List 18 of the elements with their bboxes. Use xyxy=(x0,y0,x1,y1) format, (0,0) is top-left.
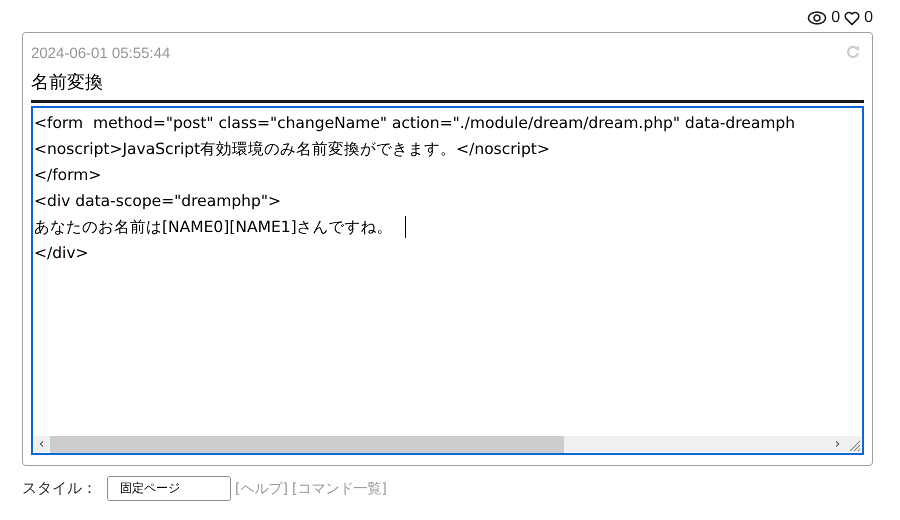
view-count: 0 xyxy=(831,9,840,27)
like-count: 0 xyxy=(864,9,873,27)
resize-grip-icon[interactable] xyxy=(847,438,861,452)
code-line: <noscript>JavaScript有効環境のみ名前変換ができます。</noscript> xyxy=(34,139,550,160)
scrollbar-thumb[interactable] xyxy=(50,436,564,453)
style-label: スタイル： xyxy=(22,479,97,498)
code-line: <form method="post" class="changeName" action="./module/dream/dream.php" data-dreamph xyxy=(34,113,796,134)
code-line: あなたのお名前は[NAME0][NAME1]さんですね。 xyxy=(34,217,393,238)
post-title: 名前変換 xyxy=(31,70,864,103)
eye-icon xyxy=(807,11,828,25)
code-line: </div> xyxy=(34,243,89,264)
style-select[interactable]: 固定ページ xyxy=(107,476,231,501)
refresh-icon[interactable] xyxy=(846,45,860,59)
code-line: </form> xyxy=(34,165,102,186)
code-line: <div data-scope="dreamphp"> xyxy=(34,191,281,212)
code-editor[interactable] xyxy=(31,106,864,455)
heart-icon[interactable] xyxy=(844,10,860,26)
timestamp: 2024-06-01 05:55:44 xyxy=(31,45,170,62)
